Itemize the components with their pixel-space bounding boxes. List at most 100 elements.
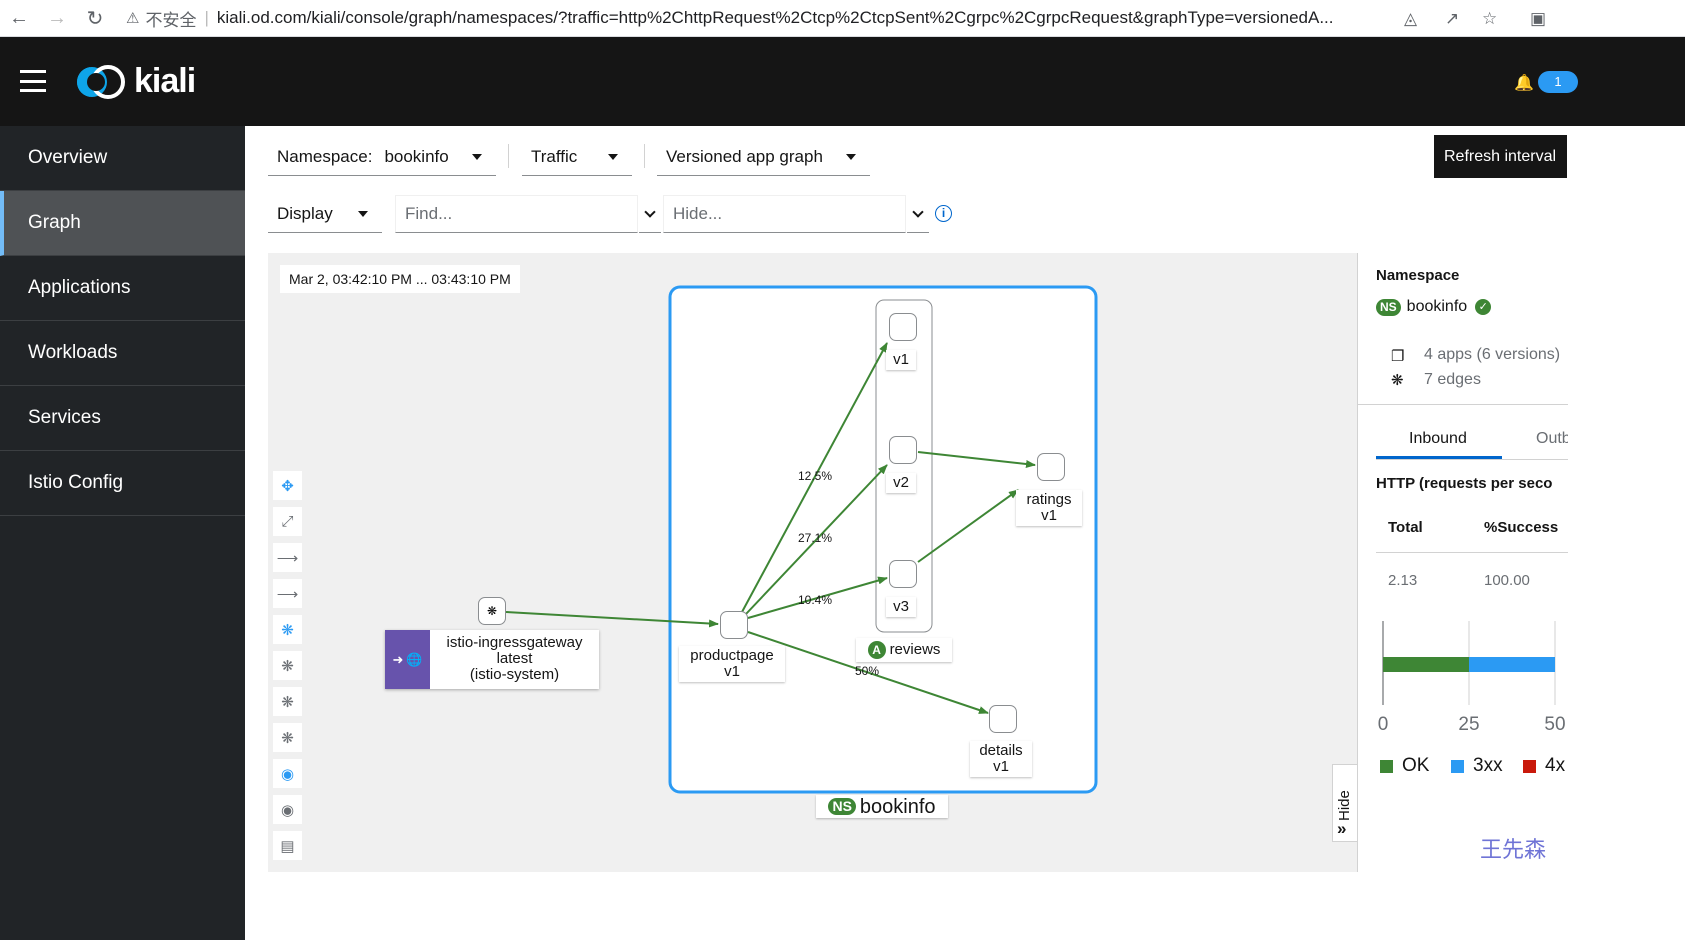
namespace-layout-alt-icon[interactable]: ◉ — [273, 795, 302, 824]
layout-3-icon[interactable]: ❋ — [273, 723, 302, 752]
http-heading: HTTP (requests per seco — [1376, 475, 1553, 492]
sidebar-item-workloads[interactable]: Workloads — [0, 321, 245, 386]
masthead: kiali 🔔 1 — [0, 37, 1685, 126]
gateway-version: latest — [496, 650, 533, 667]
layout-2-icon[interactable]: ❋ — [273, 687, 302, 716]
hide-input[interactable]: Hide... — [663, 195, 906, 233]
ratings-node[interactable] — [1037, 453, 1065, 481]
bell-icon[interactable]: 🔔 — [1514, 73, 1534, 93]
ratings-name: ratings — [1026, 491, 1072, 508]
chart-bar-ok[interactable] — [1383, 657, 1469, 672]
gateway-namespace: (istio-system) — [469, 666, 560, 683]
chart-bar-3xx[interactable] — [1469, 657, 1555, 672]
legend-swatch-3xx — [1451, 759, 1464, 773]
productpage-name: productpage — [690, 647, 774, 664]
divider — [1376, 552, 1568, 553]
display-dropdown[interactable]: Display — [268, 195, 382, 233]
refresh-interval-tooltip: Refresh interval — [1434, 135, 1567, 178]
summary-namespace-row: NS bookinfo ✓ — [1376, 298, 1492, 316]
sidebar-item-overview[interactable]: Overview — [0, 126, 245, 191]
zoom-to-fit-icon[interactable]: ✥ — [273, 471, 302, 500]
reviews-v3-label: v3 — [886, 597, 916, 617]
edges-icon: ❋ — [1391, 372, 1404, 389]
layout-arrow-alt-icon[interactable]: ⟶ — [273, 579, 302, 608]
sidebar-item-istio-config[interactable]: Istio Config — [0, 451, 245, 516]
gateway-label-card[interactable]: ➜ 🌐 istio-ingressgateway latest (istio-sy… — [385, 630, 599, 689]
graph-type-value: Versioned app graph — [666, 146, 823, 166]
ns-badge: NS — [1376, 298, 1401, 316]
sidebar-item-services[interactable]: Services — [0, 386, 245, 451]
time-range-label: Mar 2, 03:42:10 PM ... 03:43:10 PM — [280, 265, 520, 293]
kiali-logo-icon — [77, 64, 125, 99]
tab-inbound[interactable]: Inbound — [1409, 430, 1467, 448]
gateway-node[interactable]: ❋ — [478, 597, 506, 625]
divider — [1376, 459, 1568, 460]
reviews-v2-node[interactable] — [889, 436, 917, 464]
info-icon[interactable]: i — [935, 205, 952, 222]
extension-icon[interactable]: ▣ — [1530, 0, 1546, 37]
apps-stat: 4 apps (6 versions) — [1424, 346, 1561, 363]
tab-outbound[interactable]: Outb — [1536, 430, 1568, 448]
hide-panel-tab[interactable]: Hide » — [1332, 764, 1357, 842]
back-icon[interactable]: ← — [0, 0, 38, 37]
layout-default-icon[interactable]: ❋ — [273, 615, 302, 644]
legend-label-ok: OK — [1402, 755, 1430, 776]
find-history-button[interactable] — [639, 195, 661, 233]
kiali-logo[interactable]: kiali — [74, 62, 196, 101]
bookmark-star-icon[interactable]: ☆ — [1482, 0, 1497, 37]
namespace-dropdown[interactable]: Namespace: bookinfo — [268, 138, 496, 176]
hide-history-button[interactable] — [907, 195, 929, 233]
edge-label-details: 50% — [855, 664, 880, 678]
reviews-v2-label: v2 — [886, 473, 916, 493]
layout-arrow-icon[interactable]: ⟶ — [273, 543, 302, 572]
reload-icon[interactable]: ↻ — [76, 0, 114, 37]
legend-map-icon[interactable]: ▤ — [273, 831, 302, 860]
namespace-box-label: NS bookinfo — [816, 795, 948, 818]
find-input[interactable]: Find... — [395, 195, 638, 233]
details-node[interactable] — [989, 705, 1017, 733]
reviews-v1-label: v1 — [886, 350, 916, 370]
ratings-label: ratings v1 — [1016, 490, 1082, 526]
health-ok-icon: ✓ — [1475, 299, 1492, 315]
details-version: v1 — [993, 758, 1009, 775]
chart-tick-label: 0 — [1378, 714, 1389, 735]
chart-tick-label: 25 — [1458, 714, 1479, 735]
share-icon[interactable]: ↗ — [1445, 0, 1459, 37]
edge-label-reviews-v3: 10.4% — [798, 593, 833, 607]
summary-namespace-name[interactable]: bookinfo — [1407, 298, 1468, 316]
legend-swatch-4x — [1523, 759, 1536, 773]
sidebar-nav: Overview Graph Applications Workloads Se… — [0, 126, 245, 940]
expand-icon[interactable]: ⤢ — [273, 507, 302, 536]
chevron-down-icon — [644, 205, 656, 218]
reviews-v1-node[interactable] — [889, 313, 917, 341]
edge-label-reviews-v2: 27.1% — [798, 531, 833, 545]
summary-panel: Namespace NS bookinfo ✓ ❐ 4 apps (6 vers… — [1357, 253, 1568, 872]
productpage-label: productpage v1 — [679, 646, 785, 682]
layout-1-icon[interactable]: ❋ — [273, 651, 302, 680]
table-header-total: Total — [1388, 519, 1423, 536]
namespace-layout-icon[interactable]: ◉ — [273, 759, 302, 788]
legend-label-4x: 4x — [1545, 755, 1566, 776]
divider: | — [204, 8, 209, 27]
graph-canvas[interactable] — [268, 253, 1357, 872]
sidebar-item-applications[interactable]: Applications — [0, 256, 245, 321]
address-bar[interactable]: ⚠ 不安全 | kiali.od.com/kiali/console/graph… — [126, 2, 1566, 34]
graph-node-icon: ❋ — [486, 604, 498, 618]
traffic-dropdown[interactable]: Traffic — [522, 138, 632, 176]
url-text: kiali.od.com/kiali/console/graph/namespa… — [216, 8, 1334, 27]
notification-badge[interactable]: 1 — [1538, 71, 1578, 93]
gateway-name: istio-ingressgateway — [446, 634, 583, 651]
divider — [1358, 404, 1568, 405]
productpage-node[interactable] — [720, 611, 748, 639]
hamburger-menu-icon[interactable] — [20, 70, 46, 92]
edges-stat: 7 edges — [1424, 371, 1481, 388]
graph-type-dropdown[interactable]: Versioned app graph — [657, 138, 870, 176]
legend-swatch-ok — [1380, 759, 1393, 773]
caret-down-icon — [846, 154, 856, 160]
reviews-v3-node[interactable] — [889, 560, 917, 588]
sidebar-item-graph[interactable]: Graph — [0, 191, 245, 256]
forward-icon[interactable]: → — [38, 0, 76, 37]
traffic-dropdown-label: Traffic — [531, 146, 578, 166]
translate-icon[interactable]: ◬ — [1404, 0, 1417, 37]
toolbar-divider — [644, 144, 645, 168]
